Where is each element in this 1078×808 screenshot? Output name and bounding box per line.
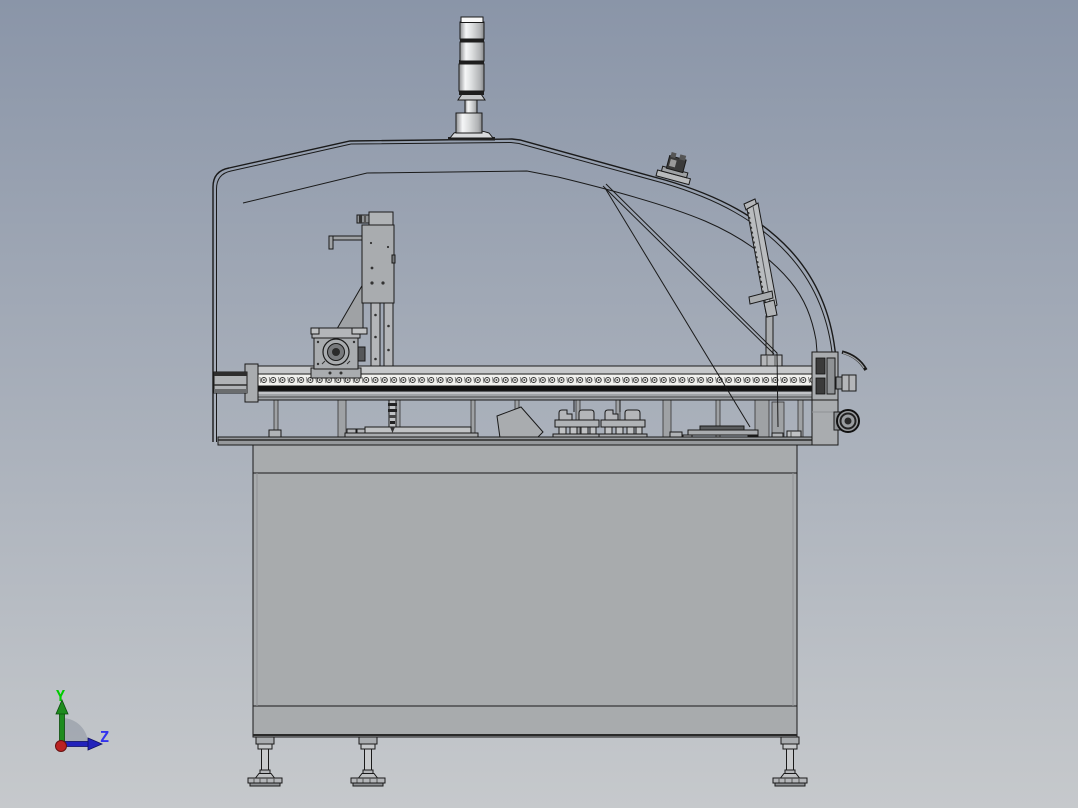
z-axis-label: Z bbox=[100, 728, 109, 746]
square-connector[interactable] bbox=[835, 374, 857, 392]
x-axis-ball bbox=[55, 740, 67, 752]
machine-table[interactable] bbox=[217, 436, 839, 446]
y-axis-label: Y bbox=[56, 687, 65, 705]
base-cabinet[interactable] bbox=[252, 442, 798, 738]
right-side-panel[interactable] bbox=[811, 351, 839, 446]
conveyor-stub[interactable] bbox=[213, 371, 248, 394]
beam-fitting bbox=[760, 354, 783, 367]
rotary-actuator-carriage[interactable] bbox=[310, 327, 368, 379]
cad-viewport[interactable]: Y Z bbox=[0, 0, 1078, 808]
round-knob[interactable] bbox=[833, 409, 860, 433]
